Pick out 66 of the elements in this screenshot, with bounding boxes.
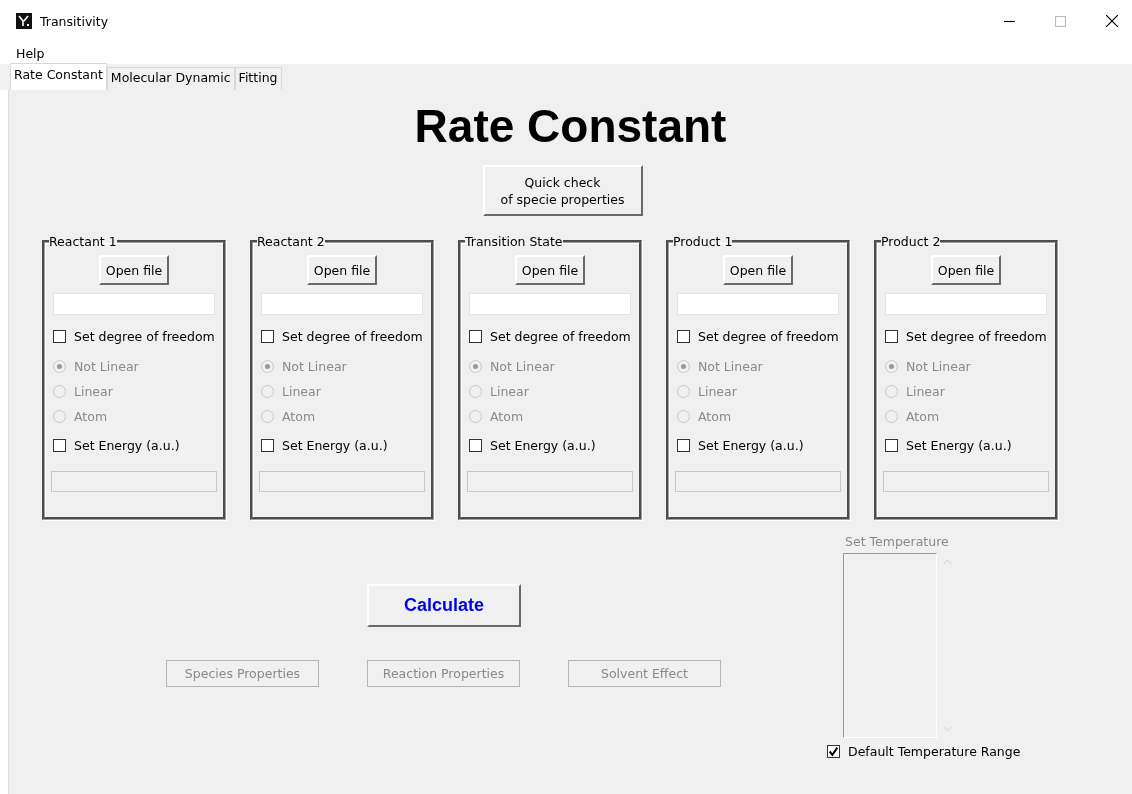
radio-label: Linear [74,384,113,399]
panel-title: Product 2 [881,234,941,249]
checkbox-label: Set Energy (a.u.) [698,438,804,453]
checkbox[interactable] [469,439,482,452]
radio-label: Linear [282,384,321,399]
tab[interactable]: Rate Constant [10,63,107,90]
checkbox-label: Set degree of freedom [282,329,423,344]
radio-label: Linear [698,384,737,399]
maximize-icon[interactable] [1055,15,1066,27]
file-path-field[interactable] [261,293,423,315]
checkbox-label: Set Energy (a.u.) [282,438,388,453]
checkbox[interactable] [53,330,66,343]
close-icon[interactable] [1106,15,1118,27]
checkbox-label: Set degree of freedom [906,329,1047,344]
checkbox[interactable] [53,439,66,452]
scroll-down-icon[interactable] [943,726,952,732]
radio-label: Atom [698,409,732,424]
app-logo-icon [16,13,32,29]
tab[interactable]: Molecular Dynamic [106,67,235,90]
checkbox[interactable] [885,439,898,452]
open-file-button[interactable]: Open file [930,255,1002,285]
checkbox-label: Set degree of freedom [74,329,215,344]
checkbox-label: Set Energy (a.u.) [490,438,596,453]
radio-label: Linear [906,384,945,399]
open-file-button[interactable]: Open file [514,255,586,285]
checkbox[interactable] [677,330,690,343]
radio-label: Not Linear [490,359,555,374]
radio-label: Not Linear [282,359,347,374]
file-path-field[interactable] [469,293,631,315]
radio-label: Atom [282,409,316,424]
checkbox[interactable] [885,330,898,343]
temperature-label: Set Temperature [845,534,949,549]
panel-title: Transition State [465,234,563,249]
radio-label: Not Linear [698,359,763,374]
radio-label: Atom [74,409,108,424]
file-path-field[interactable] [53,293,215,315]
checkbox[interactable] [261,439,274,452]
checkbox[interactable] [677,439,690,452]
radio-label: Not Linear [74,359,139,374]
file-path-field[interactable] [885,293,1047,315]
window-title: Transitivity [40,13,109,29]
panel-title: Reactant 1 [49,234,117,249]
open-file-button[interactable]: Open file [98,255,170,285]
scroll-up-icon[interactable] [943,559,952,565]
open-file-button[interactable]: Open file [306,255,378,285]
checkbox-label: Set degree of freedom [490,329,631,344]
checkbox-label: Default Temperature Range [848,744,1021,759]
panel-title: Product 1 [673,234,733,249]
radio-label: Atom [490,409,524,424]
quick-check-button[interactable]: Quick check of specie properties [482,165,643,216]
tab[interactable]: Fitting [234,67,282,90]
radio-label: Not Linear [906,359,971,374]
checkbox-label: Set degree of freedom [698,329,839,344]
open-file-button[interactable]: Open file [722,255,794,285]
file-path-field[interactable] [677,293,839,315]
checkbox[interactable] [261,330,274,343]
page-heading: Rate Constant [413,100,728,152]
menu-item[interactable]: Help [16,45,45,61]
calculate-button[interactable]: Calculate [367,584,521,627]
checkbox-label: Set Energy (a.u.) [74,438,180,453]
panel-title: Reactant 2 [257,234,325,249]
radio-label: Linear [490,384,529,399]
temperature-list[interactable] [843,553,937,738]
checkbox-label: Set Energy (a.u.) [906,438,1012,453]
radio-label: Atom [906,409,940,424]
checkbox[interactable] [469,330,482,343]
